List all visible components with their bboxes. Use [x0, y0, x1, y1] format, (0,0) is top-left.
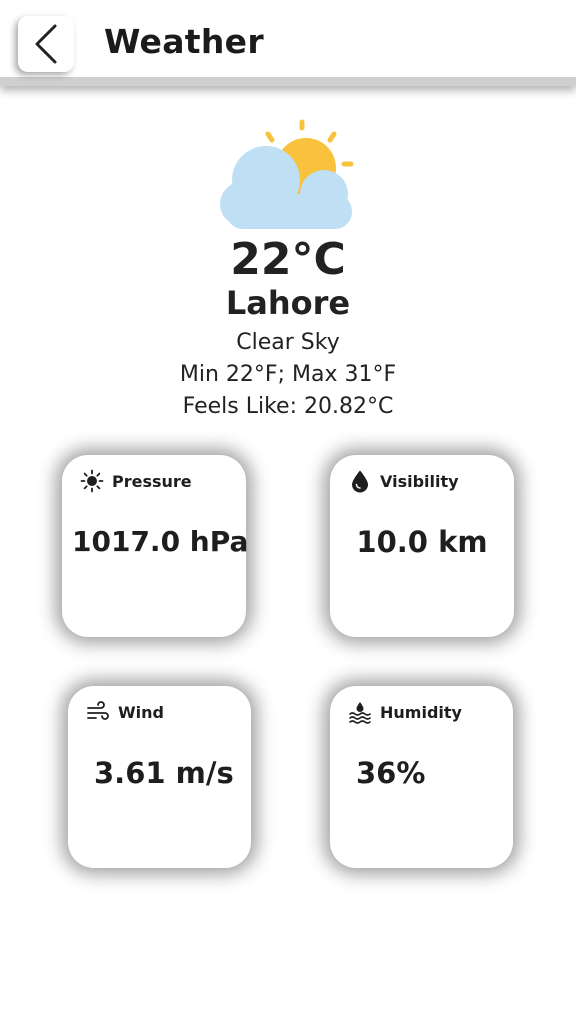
temperature: 22°C — [230, 234, 346, 285]
wind-label: Wind — [118, 702, 164, 722]
humidity-label: Humidity — [380, 702, 462, 722]
humidity-card-header: Humidity — [348, 700, 462, 724]
back-button[interactable] — [18, 16, 74, 72]
humidity-icon — [349, 702, 371, 724]
top-app-bar: Weather — [0, 0, 576, 86]
page-title: Weather — [104, 22, 264, 61]
visibility-card-header: Visibility — [348, 469, 459, 493]
visibility-value: 10.0 km — [356, 525, 488, 559]
pressure-label: Pressure — [112, 471, 192, 491]
wind-icon — [87, 701, 109, 720]
pressure-value: 1017.0 hPa — [72, 525, 249, 558]
wind-card: Wind 3.61 m/s — [68, 686, 251, 868]
partly-cloudy-icon — [220, 119, 354, 229]
visibility-card: Visibility 10.0 km — [330, 455, 514, 637]
feels-like: Feels Like: 20.82°C — [182, 394, 394, 419]
pressure-card-header: Pressure — [80, 469, 192, 493]
humidity-card: Humidity 36% — [330, 686, 513, 868]
wind-card-header: Wind — [86, 700, 164, 724]
min-max-temperature: Min 22°F; Max 31°F — [179, 362, 397, 387]
wind-value: 3.61 m/s — [94, 756, 234, 790]
visibility-label: Visibility — [380, 471, 459, 491]
city-name: Lahore — [225, 284, 351, 322]
chevron-left-icon — [35, 24, 57, 64]
humidity-value: 36% — [356, 756, 426, 790]
drop-icon — [352, 470, 368, 493]
weather-screen: Weather 22°C Lahore Clear Sky Min 22°F; … — [0, 0, 576, 1024]
sun-icon — [80, 469, 104, 493]
pressure-card: Pressure 1017.0 hPa — [62, 455, 249, 637]
weather-description: Clear Sky — [236, 330, 340, 355]
